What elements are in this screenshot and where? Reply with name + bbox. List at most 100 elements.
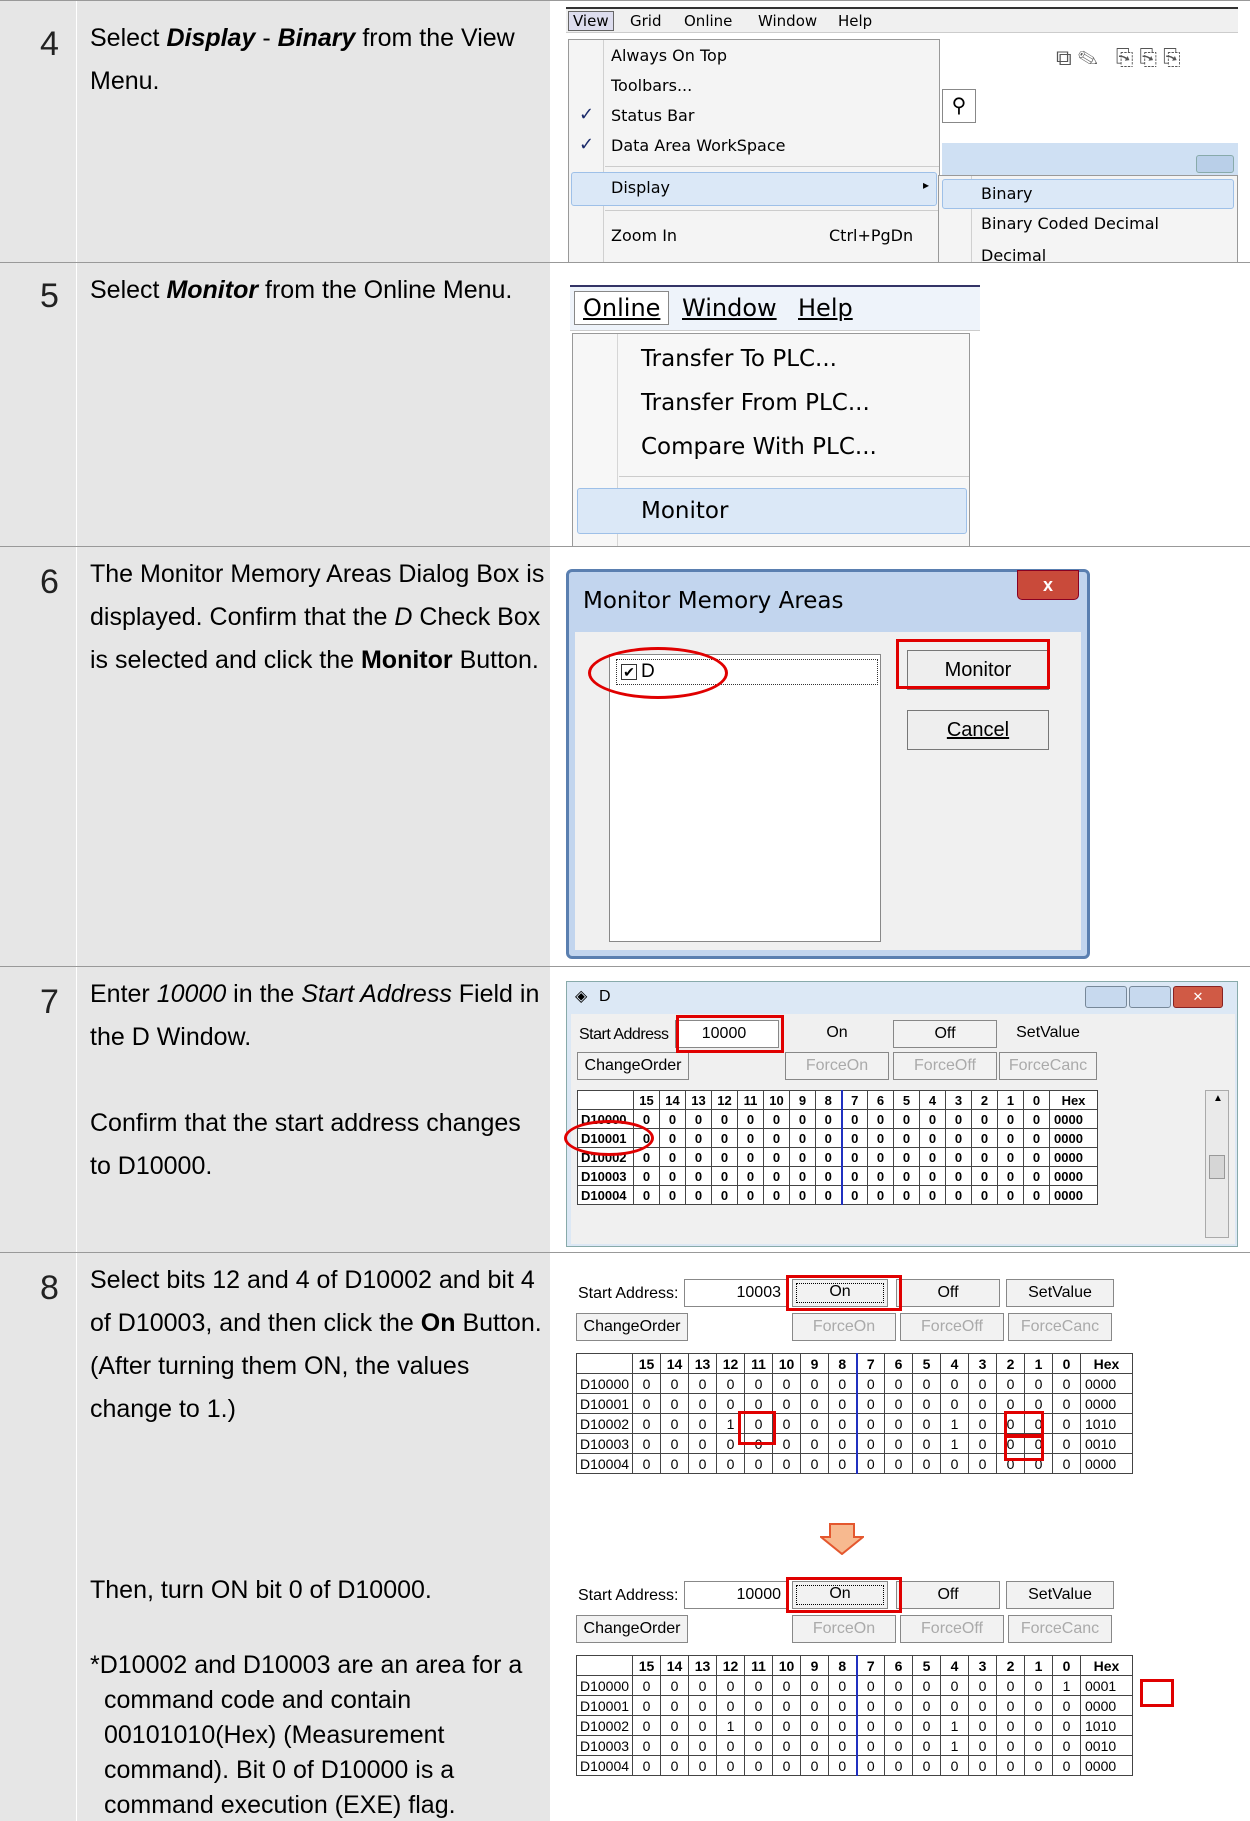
bit-cell[interactable]: 0 (1052, 1715, 1081, 1736)
menu-item-transfer-from-plc[interactable]: Transfer From PLC... (641, 390, 870, 416)
bit-cell[interactable]: 0 (685, 1109, 712, 1129)
bit-cell[interactable]: 0 (688, 1393, 717, 1414)
bit-cell[interactable]: 0 (716, 1675, 745, 1696)
bit-cell[interactable]: 0 (815, 1185, 843, 1205)
bit-cell[interactable]: 0 (789, 1185, 816, 1205)
bit-cell[interactable]: 0 (1052, 1393, 1081, 1414)
bit-cell[interactable]: 0 (800, 1413, 829, 1434)
bit-cell[interactable]: 0 (968, 1735, 997, 1756)
bit-cell[interactable]: 0 (685, 1128, 712, 1148)
bit-cell[interactable]: 0 (685, 1185, 712, 1205)
changeorder-button[interactable]: ChangeOrder (577, 1052, 689, 1080)
bit-cell[interactable]: 0 (940, 1453, 969, 1474)
bit-cell[interactable]: 0 (996, 1735, 1025, 1756)
bit-cell[interactable]: 0 (772, 1373, 801, 1394)
setvalue-button[interactable]: SetValue (1006, 1279, 1114, 1307)
bit-cell[interactable]: 0 (968, 1755, 997, 1776)
bit-cell[interactable]: 1 (1052, 1675, 1081, 1696)
bit-cell[interactable]: 0 (945, 1128, 972, 1148)
bit-cell[interactable]: 0 (893, 1185, 920, 1205)
bit-cell[interactable]: 0 (912, 1373, 941, 1394)
menu-item-always-on-top[interactable]: Always On Top (569, 46, 939, 74)
bit-cell[interactable]: 0 (1023, 1147, 1050, 1167)
bit-cell[interactable]: 0 (800, 1695, 829, 1716)
off-button[interactable]: Off (896, 1279, 1000, 1307)
forceon-button[interactable]: ForceOn (792, 1313, 896, 1341)
bit-cell[interactable]: 0 (1052, 1735, 1081, 1756)
bit-cell[interactable]: 0 (884, 1675, 913, 1696)
bit-cell[interactable]: 0 (945, 1147, 972, 1167)
submenu-item-decimal[interactable]: Decimal (981, 246, 1046, 263)
bit-cell[interactable]: 0 (945, 1109, 972, 1129)
bit-cell[interactable]: 0 (856, 1373, 885, 1394)
bit-cell[interactable]: 0 (1024, 1675, 1053, 1696)
bit-cell[interactable]: 0 (971, 1185, 998, 1205)
bit-cell[interactable]: 0 (841, 1166, 868, 1186)
cancel-button[interactable]: Cancel (907, 710, 1049, 750)
changeorder-button[interactable]: ChangeOrder (576, 1313, 688, 1341)
bit-cell[interactable]: 0 (685, 1166, 712, 1186)
bit-cell[interactable]: 0 (632, 1393, 661, 1414)
bit-cell[interactable]: 0 (789, 1109, 816, 1129)
bit-cell[interactable]: 0 (772, 1453, 801, 1474)
bit-cell[interactable]: 0 (632, 1373, 661, 1394)
bit-cell[interactable]: 0 (1024, 1373, 1053, 1394)
bit-cell[interactable]: 0 (971, 1166, 998, 1186)
bit-cell[interactable]: 0 (884, 1755, 913, 1776)
close-button[interactable]: ✕ (1173, 986, 1223, 1008)
minimize-button[interactable] (1085, 986, 1127, 1008)
bit-cell[interactable]: 0 (744, 1373, 773, 1394)
bit-cell[interactable]: 0 (716, 1735, 745, 1756)
bit-cell[interactable]: 0 (633, 1166, 660, 1186)
bit-cell[interactable]: 0 (1052, 1453, 1081, 1474)
bit-cell[interactable]: 0 (632, 1433, 661, 1454)
menu-view[interactable]: View (568, 11, 614, 31)
bit-cell[interactable]: 0 (940, 1675, 969, 1696)
bit-cell[interactable]: 0 (828, 1393, 858, 1414)
bit-cell[interactable]: 0 (912, 1453, 941, 1474)
menu-grid[interactable]: Grid (630, 12, 661, 30)
bit-cell[interactable]: 0 (971, 1128, 998, 1148)
bit-cell[interactable]: 0 (744, 1715, 773, 1736)
on-button[interactable]: On (789, 1020, 885, 1048)
bit-cell[interactable]: 0 (800, 1675, 829, 1696)
bit-cell[interactable]: 0 (772, 1433, 801, 1454)
changeorder-button[interactable]: ChangeOrder (576, 1615, 688, 1643)
bit-cell[interactable]: 0 (815, 1166, 843, 1186)
bit-cell[interactable]: 0 (968, 1373, 997, 1394)
menu-window[interactable]: Window (758, 12, 817, 30)
bit-cell[interactable]: 0 (828, 1695, 858, 1716)
bit-cell[interactable]: 0 (828, 1373, 858, 1394)
bit-cell[interactable]: 0 (884, 1715, 913, 1736)
menu-online[interactable]: Online (684, 12, 732, 30)
bit-cell[interactable]: 0 (828, 1433, 858, 1454)
close-button[interactable]: x (1017, 570, 1079, 600)
bit-cell[interactable]: 0 (828, 1453, 858, 1474)
minimize-icon[interactable] (1196, 155, 1234, 173)
bit-cell[interactable]: 0 (912, 1433, 941, 1454)
bit-cell[interactable]: 0 (737, 1109, 764, 1129)
bit-cell[interactable]: 0 (688, 1735, 717, 1756)
menu-item-data-area-workspace[interactable]: ✓ Data Area WorkSpace (569, 134, 939, 164)
bit-cell[interactable]: 0 (912, 1393, 941, 1414)
bit-cell[interactable]: 0 (856, 1393, 885, 1414)
bit-cell[interactable]: 0 (660, 1413, 689, 1434)
start-address-input[interactable]: 10003 (684, 1279, 788, 1307)
bit-cell[interactable]: 0 (659, 1128, 686, 1148)
forcecanc-button[interactable]: ForceCanc (1008, 1615, 1112, 1643)
bit-cell[interactable]: 0 (940, 1393, 969, 1414)
submenu-item-bcd[interactable]: Binary Coded Decimal (981, 214, 1159, 233)
bit-cell[interactable]: 0 (856, 1715, 885, 1736)
bit-cell[interactable]: 0 (632, 1413, 661, 1434)
bit-cell[interactable]: 0 (632, 1715, 661, 1736)
bit-cell[interactable]: 0 (828, 1755, 858, 1776)
bit-cell[interactable]: 0 (763, 1166, 790, 1186)
bit-cell[interactable]: 0 (660, 1433, 689, 1454)
bit-cell[interactable]: 0 (772, 1755, 801, 1776)
menu-item-compare-with-plc[interactable]: Compare With PLC... (641, 434, 877, 460)
menu-help[interactable]: Help (838, 12, 872, 30)
bit-cell[interactable]: 0 (1052, 1373, 1081, 1394)
bit-cell[interactable]: 0 (968, 1393, 997, 1414)
bit-cell[interactable]: 0 (856, 1453, 885, 1474)
bit-cell[interactable]: 0 (893, 1109, 920, 1129)
